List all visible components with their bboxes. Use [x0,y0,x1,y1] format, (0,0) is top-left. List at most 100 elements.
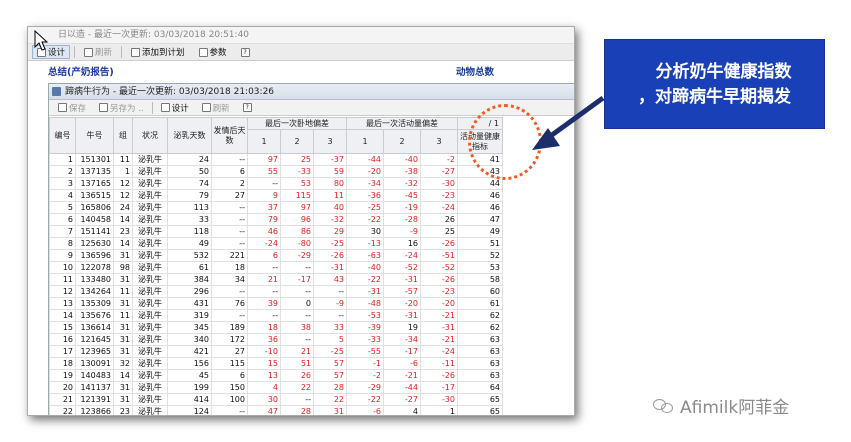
table-cell: 421 [167,345,212,358]
table-cell: -45 [383,189,421,202]
table-row[interactable]: 16 121645 31 泌乳牛 340 172 36 -- 5 -33 -34 -21 63 [49,333,503,346]
table-row[interactable]: 10 122078 98 泌乳牛 61 18 -- -- -31 -40 -52 -52 53 [49,261,503,274]
table-row[interactable]: 20 141137 31 泌乳牛 199 150 4 22 28 -29 -44 -17 64 [49,381,503,394]
table-cell: -31 [346,285,384,298]
refresh-button[interactable]: 刷新 [79,45,117,59]
params-button[interactable]: 参数 [194,45,232,59]
table-cell: 122078 [75,261,114,274]
table-cell: 32 [113,357,133,370]
main-toolbar: 设计 刷新 添加到计划 参数 ? [28,44,574,61]
table-row[interactable]: 8 125630 14 泌乳牛 49 -- -24 -80 -25 -13 16 -26 51 [49,237,503,250]
table-cell: 100 [211,393,248,406]
table-cell: 63 [457,333,503,346]
table-row[interactable]: 11 133480 31 泌乳牛 384 34 21 -17 43 -22 -31 -26 58 [49,273,503,286]
table-cell: -33 [346,333,384,346]
window-title-bar: 日以造 - 最近一次更新: 03/03/2018 20:51:40 [28,27,574,44]
highlight-circle [468,104,542,180]
table-row[interactable]: 3 137165 12 泌乳牛 74 2 -- 53 80 -34 -32 -30 44 [49,177,503,190]
table-cell: -25 [346,201,384,214]
col-header[interactable]: 状况 [132,117,168,154]
table-row[interactable]: 7 151141 23 泌乳牛 118 -- 46 86 29 30 -9 25 49 [49,225,503,238]
add-to-plan-button[interactable]: 添加到计划 [126,45,190,59]
col-header[interactable]: 泌乳天数 [167,117,212,154]
col-header[interactable]: 2 [280,129,314,154]
table-row[interactable]: 22 123866 23 泌乳牛 124 -- 47 28 31 -6 4 1 65 [49,405,503,415]
table-cell: 10 [49,261,76,274]
table-cell: 65 [457,405,503,415]
table-row[interactable]: 18 130091 32 泌乳牛 156 115 15 51 57 -1 -6 -11 63 [49,357,503,370]
report-refresh-button[interactable]: 刷新 [197,101,235,115]
table-cell: -24 [420,201,458,214]
table-cell: -- [247,261,281,274]
refresh-label: 刷新 [95,48,113,58]
table-cell: 泌乳牛 [132,237,168,250]
table-cell: 37 [247,201,281,214]
table-row[interactable]: 6 140458 14 泌乳牛 33 -- 79 96 -32 -22 -28 26 47 [49,213,503,226]
table-cell: 17 [49,345,76,358]
table-cell: 3 [49,177,76,190]
col-header[interactable]: 牛号 [75,117,114,154]
table-cell: -- [211,201,248,214]
col-header[interactable]: 1 [346,129,384,154]
col-header[interactable]: 2 [383,129,421,154]
col-header[interactable]: 1 [247,129,281,154]
table-cell: -9 [383,225,421,238]
table-cell: -39 [346,321,384,334]
table-row[interactable]: 1 151301 11 泌乳牛 24 -- 97 25 -37 -44 -40 -2 41 [49,153,503,166]
report-design-button[interactable]: 设计 [156,101,194,115]
table-row[interactable]: 13 135309 31 泌乳牛 431 76 39 0 -9 -48 -20 -20 61 [49,297,503,310]
save-button[interactable]: 保存 [53,101,91,115]
design-icon [160,103,170,112]
table-row[interactable]: 14 135676 11 泌乳牛 319 -- -- -- -- -53 -31 -21 62 [49,309,503,322]
col-header[interactable]: 3 [420,129,458,154]
save-as-button[interactable]: 另存为 .. [94,101,149,115]
report-help-button[interactable]: ? [238,101,257,115]
table-row[interactable]: 21 121391 31 泌乳牛 414 100 30 -- 22 -22 -27 -30 65 [49,393,503,406]
table-cell: -36 [346,189,384,202]
col-header[interactable]: 组 [113,117,133,154]
table-cell: 泌乳牛 [132,309,168,322]
table-row[interactable]: 9 136596 31 泌乳牛 532 221 6 -29 -26 -63 -24 -51 52 [49,249,503,262]
table-cell: 31 [113,393,133,406]
table-cell: 60 [457,285,503,298]
table-cell: 384 [167,273,212,286]
table-cell: -26 [420,237,458,250]
table-cell: 泌乳牛 [132,345,168,358]
table-cell: 16 [49,333,76,346]
table-row[interactable]: 4 136515 12 泌乳牛 79 27 9 115 11 -36 -45 -23 46 [49,189,503,202]
app-screenshot: 日以造 - 最近一次更新: 03/03/2018 20:51:40 设计 刷新 … [27,26,575,416]
table-row[interactable]: 12 134264 11 泌乳牛 296 -- -- -- -- -31 -57 -23 60 [49,285,503,298]
table-cell: 泌乳牛 [132,261,168,274]
table-cell: -25 [313,345,347,358]
table-row[interactable]: 5 165806 24 泌乳牛 113 -- 37 97 40 -25 -19 -24 46 [49,201,503,214]
table-cell: -57 [383,285,421,298]
table-cell: 118 [167,225,212,238]
table-cell: -26 [313,249,347,262]
col-header[interactable]: 发情后天数 [211,117,248,154]
table-row[interactable]: 2 137135 1 泌乳牛 50 6 55 -33 59 -20 -38 -27 43 [49,165,503,178]
table-cell: -29 [280,249,314,262]
col-header[interactable]: 编号 [49,117,76,154]
table-row[interactable]: 19 140483 14 泌乳牛 45 6 13 26 57 -2 -21 -26 63 [49,369,503,382]
table-cell: 64 [457,381,503,394]
help-button[interactable]: ? [236,45,255,59]
add-plan-icon [131,47,141,57]
col-header[interactable]: 3 [313,129,347,154]
table-cell: -31 [313,261,347,274]
report-title-bar: 蹄病牛行为 - 最近一次更新: 03/03/2018 21:03:26 [49,84,574,100]
table-cell: 57 [313,357,347,370]
table-cell: 340 [167,333,212,346]
table-cell: -- [211,225,248,238]
table-cell: 53 [280,177,314,190]
table-cell: 14 [113,369,133,382]
table-cell: 泌乳牛 [132,153,168,166]
table-cell: 137135 [75,165,114,178]
table-cell: 11 [313,189,347,202]
table-cell: 61 [457,297,503,310]
table-cell: 泌乳牛 [132,297,168,310]
table-cell: 1 [49,153,76,166]
table-row[interactable]: 15 136614 31 泌乳牛 345 189 18 38 33 -39 19 -31 62 [49,321,503,334]
lame-cow-table: 编号 牛号 组 状况 泌乳天数 发情后天数 最后一次卧地偏差 最后一次活动量偏差… [49,117,503,415]
table-cell: 13 [49,297,76,310]
table-row[interactable]: 17 123965 31 泌乳牛 421 27 -10 21 -25 -55 -17 -24 63 [49,345,503,358]
